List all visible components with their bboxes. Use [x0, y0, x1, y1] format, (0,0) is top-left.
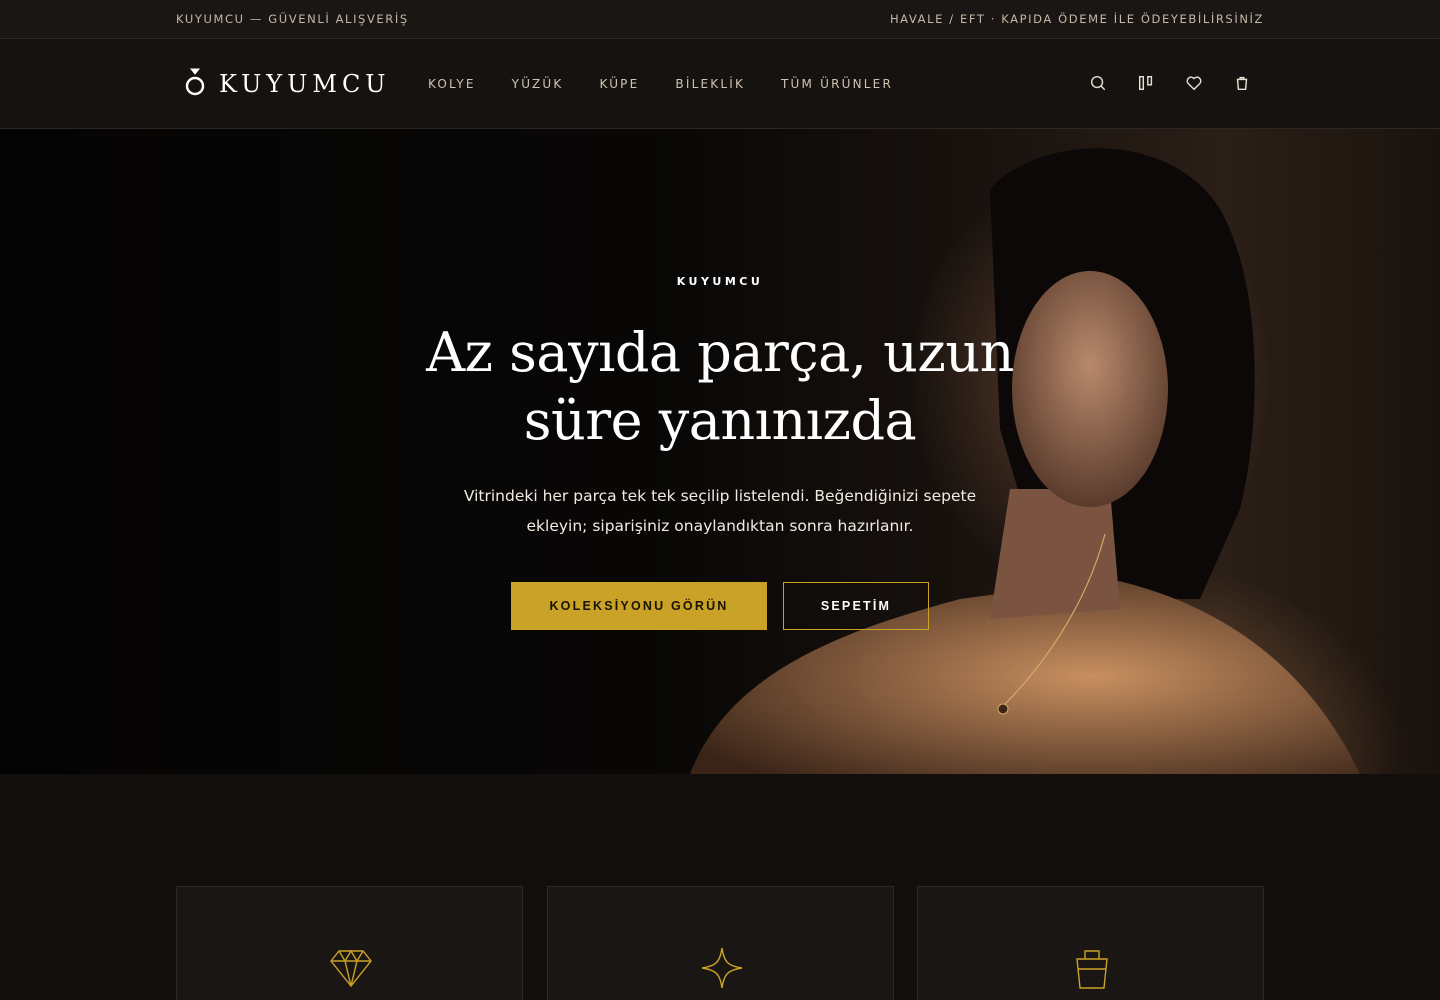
nav-item-kolye[interactable]: KOLYE — [428, 77, 476, 91]
cart-button[interactable]: SEPETİM — [783, 582, 929, 630]
announcement-bar: KUYUMCU — GÜVENLİ ALIŞVERİŞ HAVALE / EFT… — [0, 0, 1440, 39]
nav-item-tum-urunler[interactable]: TÜM ÜRÜNLER — [781, 77, 893, 91]
shopping-bag-icon — [1076, 950, 1108, 989]
nav-item-kupe[interactable]: KÜPE — [599, 77, 639, 91]
view-collection-button[interactable]: KOLEKSİYONU GÖRÜN — [511, 582, 767, 630]
nav-item-yuzuk[interactable]: YÜZÜK — [512, 77, 564, 91]
feature-card — [917, 886, 1264, 1000]
hero-banner: KUYUMCU Az sayıda parça, uzun süre yanın… — [0, 129, 1440, 774]
ring-icon — [183, 66, 207, 102]
heart-icon[interactable] — [1183, 72, 1205, 94]
hero-eyebrow: KUYUMCU — [676, 275, 764, 288]
features-section — [0, 774, 1440, 1000]
logo-text: KUYUMCU — [219, 70, 391, 98]
nav-item-bileklik[interactable]: BİLEKLİK — [675, 77, 745, 91]
feature-card — [547, 886, 894, 1000]
shopping-bag-icon[interactable] — [1231, 72, 1253, 94]
diamond-icon — [330, 949, 372, 988]
site-header: KUYUMCU KOLYE YÜZÜK KÜPE BİLEKLİK TÜM ÜR… — [0, 39, 1440, 129]
logo[interactable]: KUYUMCU — [183, 65, 391, 103]
search-icon[interactable] — [1087, 72, 1109, 94]
announcement-left: KUYUMCU — GÜVENLİ ALIŞVERİŞ — [176, 12, 409, 26]
hero-title: Az sayıda parça, uzun süre yanınızda — [426, 321, 1014, 452]
main-nav: KOLYE YÜZÜK KÜPE BİLEKLİK TÜM ÜRÜNLER — [428, 39, 929, 129]
header-actions — [1061, 72, 1253, 94]
hero-subtitle: Vitrindeki her parça tek tek seçilip lis… — [463, 487, 977, 535]
compare-icon[interactable] — [1135, 72, 1157, 94]
announcement-right: HAVALE / EFT · KAPIDA ÖDEME İLE ÖDEYEBİL… — [889, 12, 1264, 26]
sparkle-icon — [701, 947, 743, 989]
feature-card — [176, 886, 523, 1000]
